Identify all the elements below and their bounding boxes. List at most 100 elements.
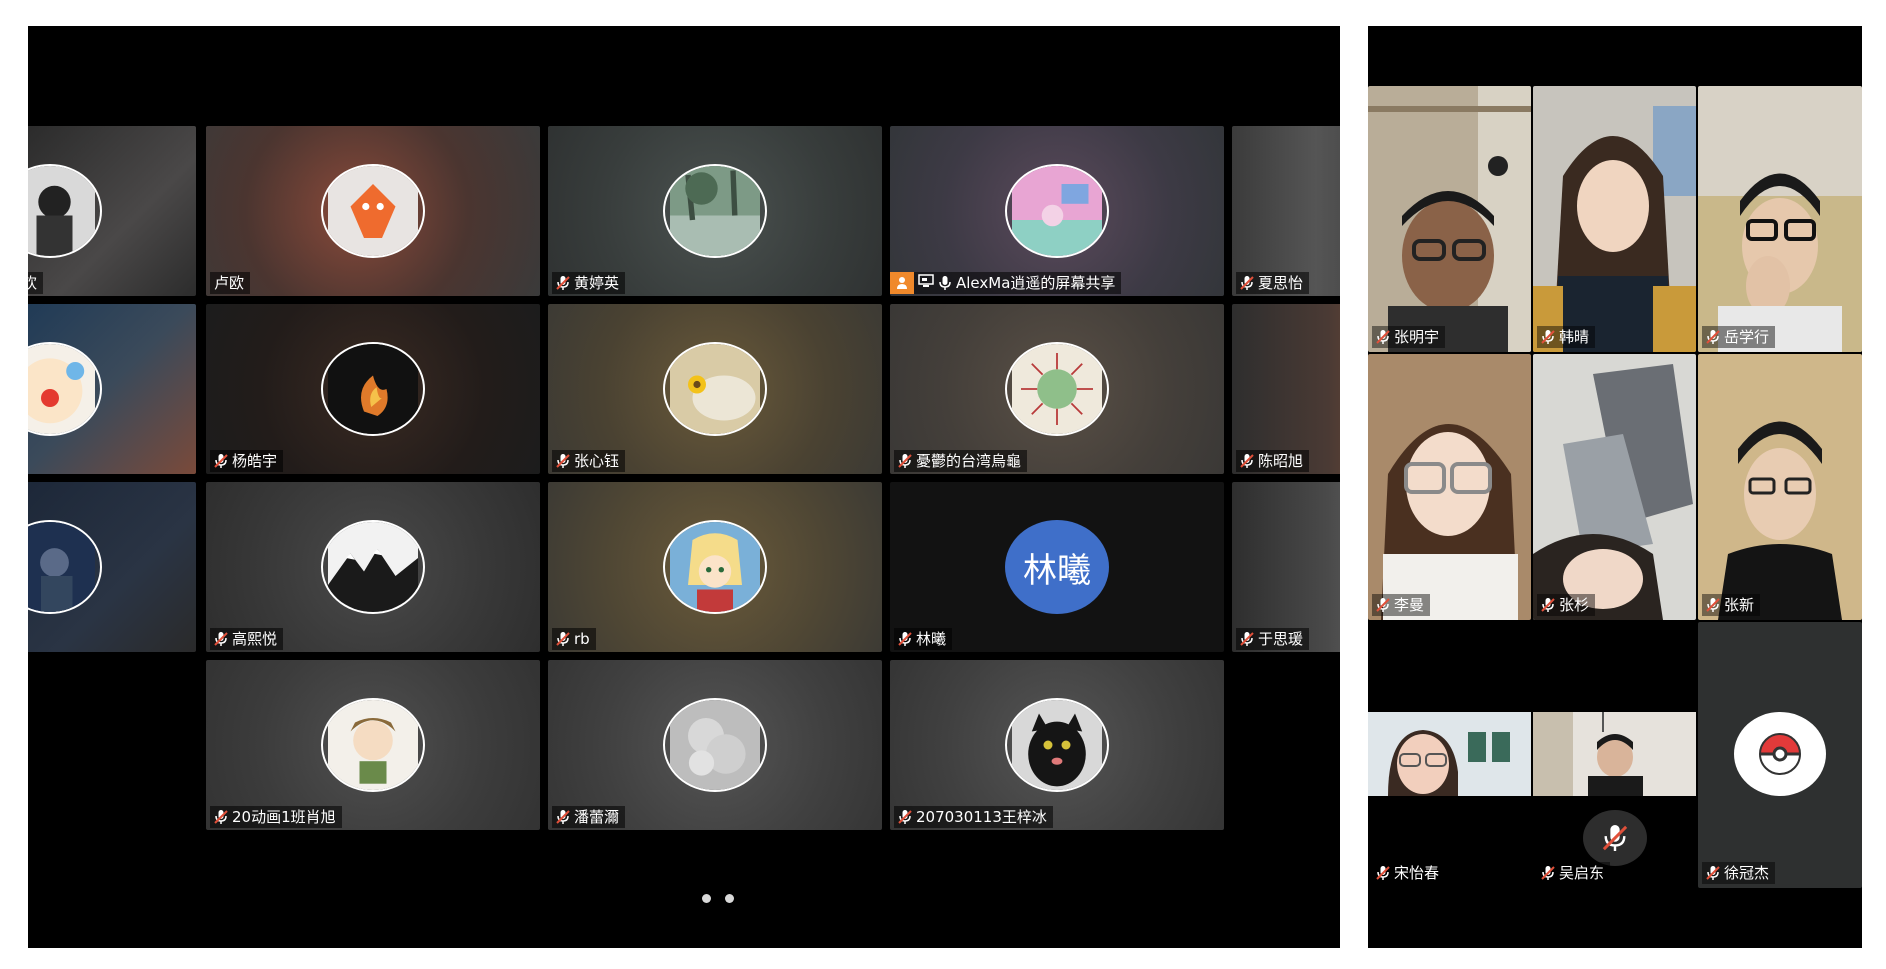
participant-tile[interactable]: AlexMa逍遥的屏幕共享 <box>890 126 1224 296</box>
participant-tile[interactable] <box>28 304 196 474</box>
video-tile[interactable]: 张明宇 <box>1368 86 1531 352</box>
muted-mic-icon <box>1376 597 1390 613</box>
participant-tile[interactable]: 张心钰 <box>548 304 882 474</box>
muted-mic-icon <box>1376 329 1390 345</box>
participant-tile[interactable]: 林曦 林曦 <box>890 482 1224 652</box>
participant-label: 岳学行 <box>1702 326 1776 348</box>
participant-label: 吴启东 <box>1537 862 1611 884</box>
participant-name: 岳学行 <box>1724 328 1770 346</box>
participant-tile[interactable]: 于思瑗 <box>1232 482 1340 652</box>
participant-label: 张杉 <box>1537 594 1596 616</box>
participant-name: 张心钰 <box>574 452 620 470</box>
muted-mic-icon <box>898 809 912 825</box>
participant-name: 卢欧 <box>214 274 245 292</box>
screen-share-icon <box>918 272 934 294</box>
video-tile[interactable]: 张新 <box>1698 354 1862 620</box>
participant-name: 20动画1班肖旭 <box>232 808 336 826</box>
muted-mic-icon <box>1541 597 1555 613</box>
participant-name: 杨皓宇 <box>232 452 278 470</box>
video-panel: 张明宇 韩晴 岳学行 李曼 张杉 张新 宋怡春 吴启东 徐冠杰 <box>1368 26 1862 948</box>
participant-avatar <box>321 164 425 258</box>
participant-label: 卢欧 <box>210 272 251 294</box>
avatar-initials: 林曦 <box>1023 550 1091 591</box>
participant-name: 张杉 <box>1559 596 1590 614</box>
participant-label: 韩晴 <box>1537 326 1596 348</box>
muted-mic-icon <box>1240 275 1254 291</box>
participant-tile[interactable]: 卢欧 <box>206 126 540 296</box>
muted-mic-icon <box>556 631 570 647</box>
video-feed <box>1368 712 1531 796</box>
video-tile[interactable]: 宋怡春 <box>1368 622 1531 888</box>
muted-mic-icon <box>556 809 570 825</box>
page-indicator[interactable] <box>702 894 734 903</box>
participant-name: 黄婷英 <box>574 274 620 292</box>
participant-tile[interactable] <box>28 482 196 652</box>
participant-label: 高熙悦 <box>210 628 284 650</box>
muted-mic-icon <box>1240 631 1254 647</box>
mic-icon <box>938 275 952 291</box>
muted-mic-overlay-icon[interactable] <box>1583 810 1647 866</box>
page-dot[interactable] <box>725 894 734 903</box>
participant-tile[interactable]: 憂鬱的台湾烏龜 <box>890 304 1224 474</box>
participant-label: 潘蕾濔 <box>552 806 626 828</box>
video-tile[interactable]: 李曼 <box>1368 354 1531 620</box>
participant-label: 徐冠杰 <box>1702 862 1776 884</box>
participant-label: 黄婷英 <box>552 272 626 294</box>
muted-mic-icon <box>1376 865 1390 881</box>
video-tile[interactable]: 张杉 <box>1533 354 1696 620</box>
participant-tile[interactable]: 高熙悦 <box>206 482 540 652</box>
participant-label: 207030113王梓冰 <box>894 806 1053 828</box>
participant-name: rb <box>574 630 590 648</box>
muted-mic-icon <box>1706 597 1720 613</box>
participant-avatar <box>663 164 767 258</box>
participant-label: 于思瑗 <box>1236 628 1310 650</box>
participant-avatar <box>1005 342 1109 436</box>
participant-name: 李曼 <box>1394 596 1425 614</box>
participant-name: 陈昭旭 <box>1258 452 1304 470</box>
participant-tile[interactable]: 陈昭旭 <box>1232 304 1340 474</box>
participant-tile[interactable]: 20动画1班肖旭 <box>206 660 540 830</box>
participant-tile[interactable]: 黄婷英 <box>548 126 882 296</box>
participant-name: 潘蕾濔 <box>574 808 620 826</box>
participant-avatar <box>663 520 767 614</box>
participant-name: 韩晴 <box>1559 328 1590 346</box>
participant-label: 宋怡春 <box>1372 862 1446 884</box>
page-dot[interactable] <box>702 894 711 903</box>
participant-tile[interactable]: 207030113王梓冰 <box>890 660 1224 830</box>
participant-name: 张新 <box>1724 596 1755 614</box>
participant-label: 杨皓宇 <box>210 450 284 472</box>
video-tile[interactable]: 韩晴 <box>1533 86 1696 352</box>
participant-avatar <box>28 164 102 258</box>
participant-tile[interactable]: 杨皓宇 <box>206 304 540 474</box>
participant-label: 林曦 <box>894 628 953 650</box>
participant-label: 20动画1班肖旭 <box>210 806 342 828</box>
participant-label: 陈昭旭 <box>1236 450 1310 472</box>
muted-mic-icon <box>214 631 228 647</box>
participant-tile[interactable]: 夏思怡 <box>1232 126 1340 296</box>
muted-mic-icon <box>214 453 228 469</box>
participant-avatar <box>321 520 425 614</box>
participant-avatar <box>321 342 425 436</box>
video-tile[interactable]: 徐冠杰 <box>1698 622 1862 888</box>
muted-mic-icon <box>556 453 570 469</box>
muted-mic-icon <box>1706 329 1720 345</box>
video-tile[interactable]: 岳学行 <box>1698 86 1862 352</box>
participant-name: 宋怡春 <box>1394 864 1440 882</box>
participant-tile[interactable]: 欢 <box>28 126 196 296</box>
participant-name: AlexMa逍遥的屏幕共享 <box>956 274 1116 292</box>
participant-label: 张新 <box>1702 594 1761 616</box>
participant-avatar <box>28 342 102 436</box>
participant-tile[interactable]: 潘蕾濔 <box>548 660 882 830</box>
person-icon <box>890 272 914 294</box>
participant-label: 张明宇 <box>1372 326 1446 348</box>
participant-label: 憂鬱的台湾烏龜 <box>894 450 1028 472</box>
participant-name: 高熙悦 <box>232 630 278 648</box>
participant-tile[interactable]: rb <box>548 482 882 652</box>
participant-label: AlexMa逍遥的屏幕共享 <box>890 272 1122 294</box>
participant-label: 夏思怡 <box>1236 272 1310 294</box>
participant-avatar <box>1005 698 1109 792</box>
participant-name: 张明宇 <box>1394 328 1440 346</box>
participant-name: 憂鬱的台湾烏龜 <box>916 452 1022 470</box>
video-tile[interactable]: 吴启东 <box>1533 622 1696 888</box>
participant-name: 徐冠杰 <box>1724 864 1770 882</box>
